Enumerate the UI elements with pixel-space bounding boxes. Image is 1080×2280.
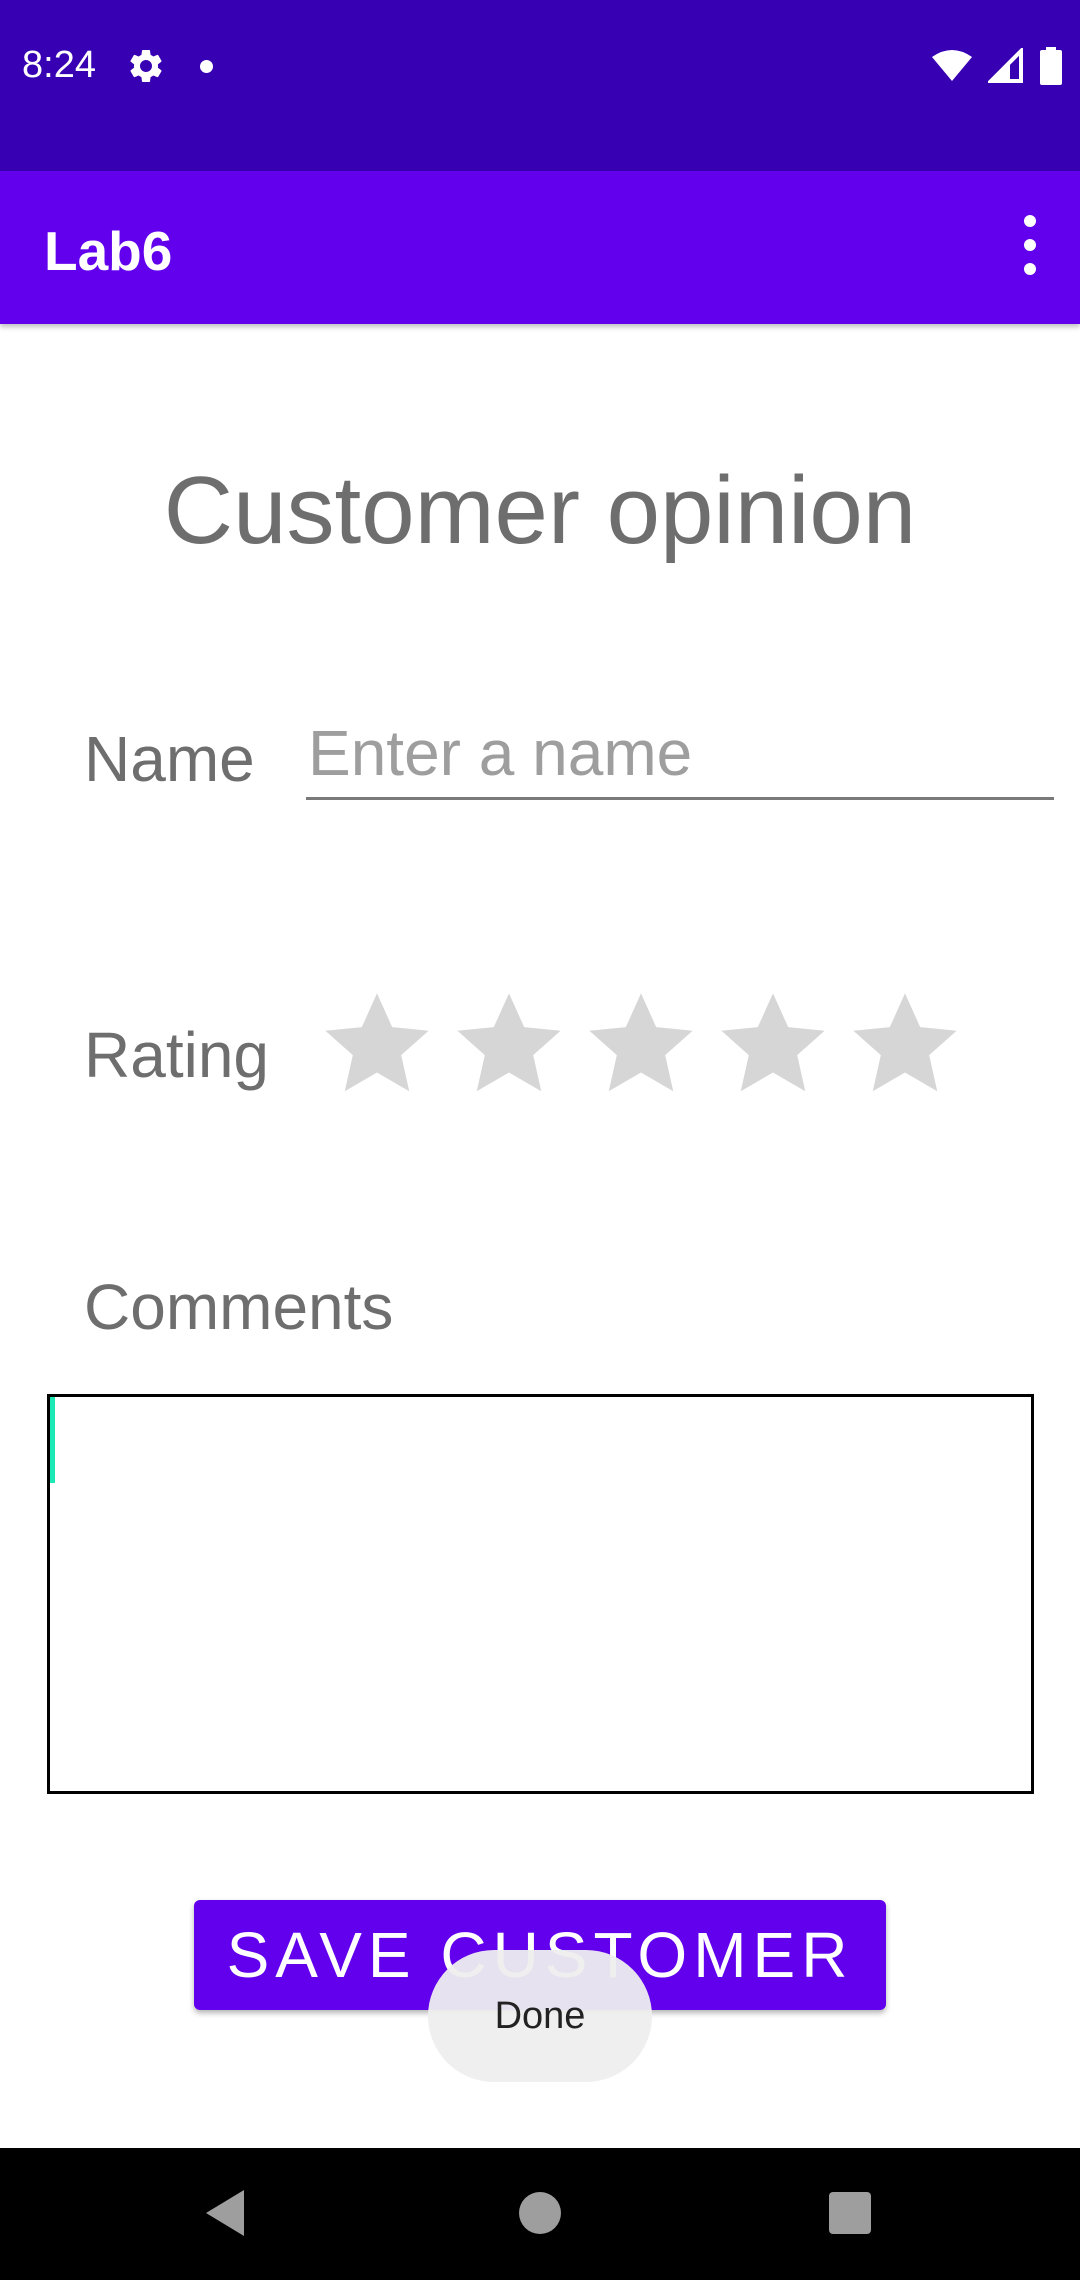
text-cursor (50, 1397, 55, 1483)
star-icon[interactable] (582, 986, 700, 1104)
star-icon[interactable] (714, 986, 832, 1104)
star-icon[interactable] (450, 986, 568, 1104)
navigation-bar (0, 2148, 1080, 2280)
comments-textarea[interactable] (47, 1394, 1034, 1794)
page-title: Customer opinion (163, 457, 917, 564)
app-bar: Lab6 (0, 171, 1080, 324)
gear-icon (130, 49, 162, 82)
recents-icon[interactable] (829, 2192, 871, 2234)
toast: Done (428, 1950, 652, 2082)
rating-label: Rating (84, 1019, 269, 1091)
wifi-icon (932, 50, 972, 81)
battery-icon (1040, 47, 1062, 85)
comments-label: Comments (84, 1271, 394, 1343)
home-icon[interactable] (519, 2192, 561, 2234)
name-label: Name (84, 723, 255, 795)
star-icon[interactable] (318, 986, 436, 1104)
notification-dot-icon (200, 60, 213, 73)
back-icon[interactable] (204, 2188, 246, 2238)
name-input[interactable] (306, 708, 1054, 800)
app-title: Lab6 (44, 220, 173, 282)
app-screen: 8:24 Lab6 Customer opinion Name Enter a … (0, 0, 1080, 2280)
more-vert-icon[interactable] (1008, 215, 1052, 281)
status-bar: 8:24 (0, 0, 1080, 171)
status-time: 8:24 (22, 44, 96, 86)
star-icon[interactable] (846, 986, 964, 1104)
cellular-signal-icon (988, 48, 1023, 83)
rating-bar[interactable] (318, 986, 964, 1104)
status-icons (932, 46, 1062, 86)
